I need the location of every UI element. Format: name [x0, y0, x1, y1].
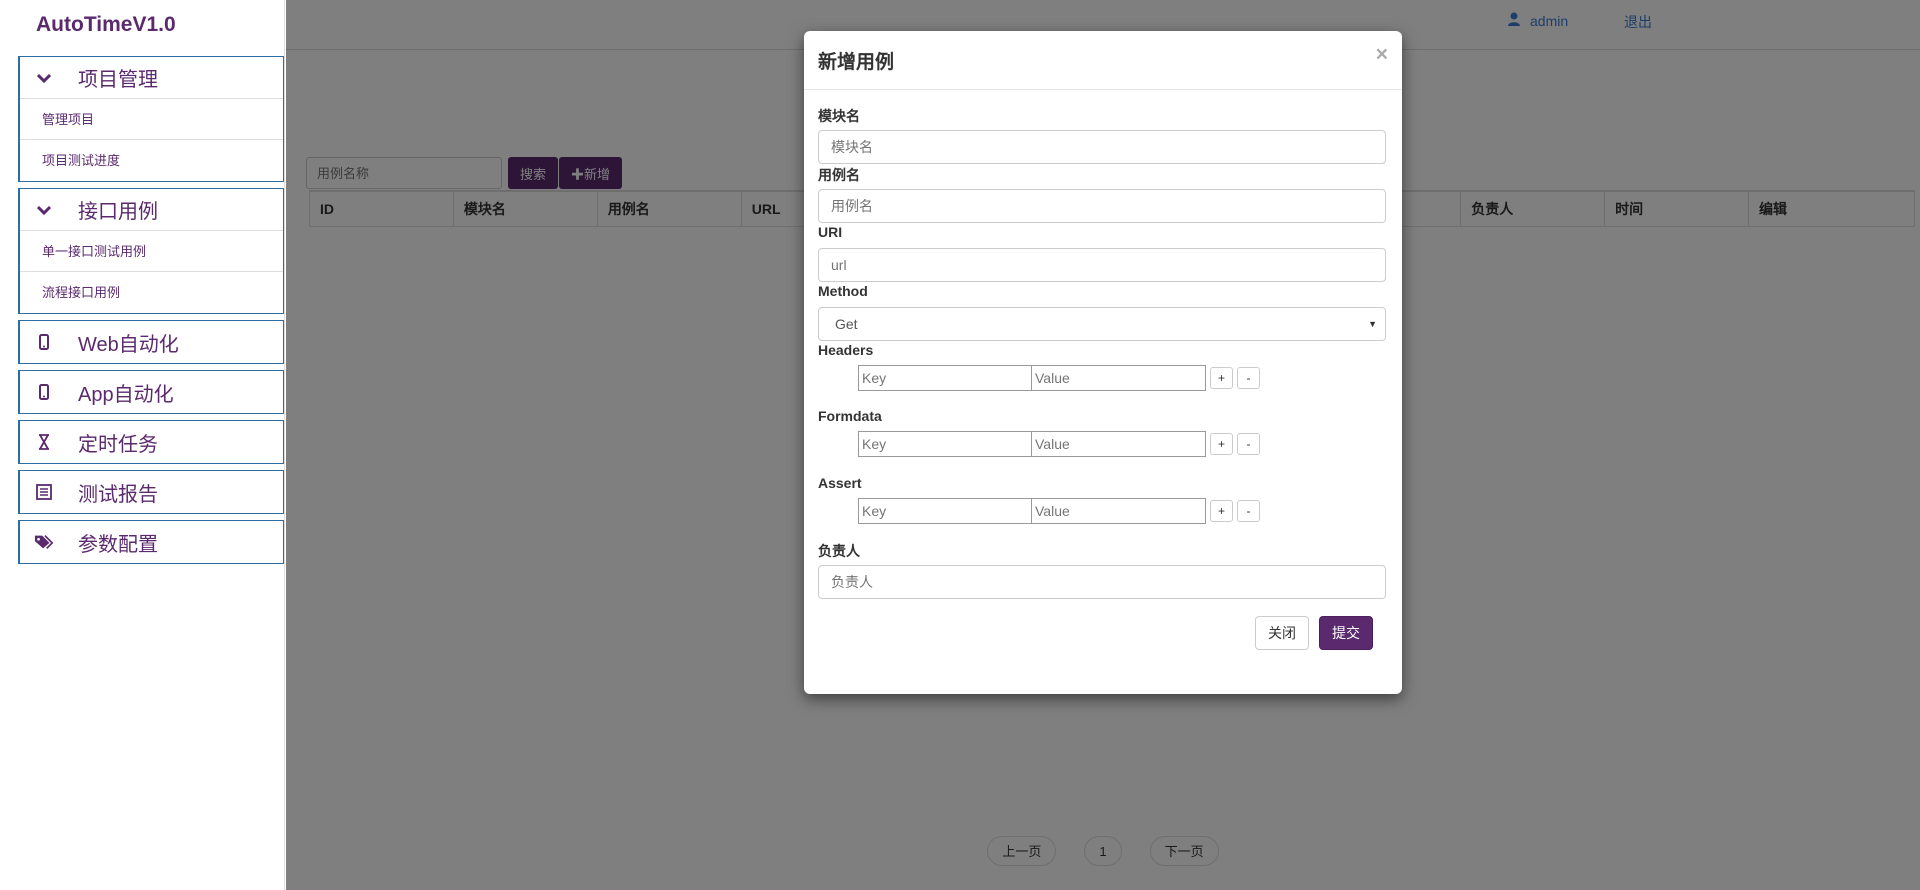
sidebar-item-manage-project[interactable]: 管理项目	[20, 99, 283, 140]
remove-formdata-button[interactable]: -	[1237, 433, 1260, 455]
module-label: 模块名	[818, 108, 860, 124]
menu-group-web: Web自动化	[18, 320, 284, 364]
headers-label: Headers	[818, 342, 874, 358]
case-label: 用例名	[818, 167, 860, 183]
close-button[interactable]: 关闭	[1255, 616, 1309, 650]
case-input[interactable]	[818, 189, 1386, 223]
menu-head-label: Web自动化	[78, 333, 179, 356]
menu-head-label: 参数配置	[78, 533, 158, 556]
formdata-value-input[interactable]	[1032, 431, 1206, 457]
menu-head-label: 定时任务	[78, 433, 158, 456]
assert-key-input[interactable]	[858, 498, 1032, 524]
close-icon[interactable]: ×	[1376, 43, 1388, 67]
caret-down-icon: ▼	[1368, 319, 1377, 329]
menu-group-config: 参数配置	[18, 520, 284, 564]
list-alt-icon	[34, 484, 54, 500]
header-key-input[interactable]	[858, 365, 1032, 391]
add-formdata-button[interactable]: +	[1210, 433, 1233, 455]
formdata-key-input[interactable]	[858, 431, 1032, 457]
menu-group-report: 测试报告	[18, 470, 284, 514]
module-input[interactable]	[818, 130, 1386, 164]
menu-head-schedule[interactable]: 定时任务	[20, 421, 283, 463]
menu-group-app: App自动化	[18, 370, 284, 414]
chevron-down-icon	[34, 73, 54, 83]
chevron-down-icon	[34, 205, 54, 215]
menu-head-web[interactable]: Web自动化	[20, 321, 283, 363]
modal-title: 新增用例	[818, 52, 895, 73]
menu-head-label: App自动化	[78, 383, 174, 406]
menu-group-project: 项目管理 管理项目 项目测试进度	[18, 56, 284, 182]
remove-assert-button[interactable]: -	[1237, 500, 1260, 522]
sidebar: AutoTimeV1.0 项目管理 管理项目 项目测试进度 接口用例 单一接口测…	[0, 0, 285, 890]
add-case-modal: 新增用例 × 模块名 用例名 URI Method Get ▼ Headers …	[804, 31, 1402, 694]
assert-row: + -	[858, 498, 1260, 524]
modal-header: 新增用例 ×	[804, 31, 1402, 90]
menu-head-config[interactable]: 参数配置	[20, 521, 283, 563]
add-assert-button[interactable]: +	[1210, 500, 1233, 522]
sidebar-item-project-progress[interactable]: 项目测试进度	[20, 140, 283, 181]
sidebar-item-flow-api-case[interactable]: 流程接口用例	[20, 272, 283, 313]
headers-row: + -	[858, 365, 1260, 391]
uri-label: URI	[818, 224, 843, 240]
menu-group-api-case: 接口用例 单一接口测试用例 流程接口用例	[18, 188, 284, 314]
assert-value-input[interactable]	[1032, 498, 1206, 524]
owner-label: 负责人	[818, 543, 860, 559]
sidebar-item-single-api-case[interactable]: 单一接口测试用例	[20, 231, 283, 272]
header-value-input[interactable]	[1032, 365, 1206, 391]
tags-icon	[34, 534, 54, 550]
formdata-row: + -	[858, 431, 1260, 457]
submit-button[interactable]: 提交	[1319, 616, 1373, 650]
owner-input[interactable]	[818, 565, 1386, 599]
assert-label: Assert	[818, 475, 862, 491]
menu-head-label: 接口用例	[78, 201, 158, 223]
menu-head-label: 项目管理	[78, 69, 158, 91]
menu-head-report[interactable]: 测试报告	[20, 471, 283, 513]
menu-group-schedule: 定时任务	[18, 420, 284, 464]
mobile-icon	[34, 334, 54, 350]
menu-head-label: 测试报告	[78, 483, 158, 506]
uri-input[interactable]	[818, 248, 1386, 282]
formdata-label: Formdata	[818, 408, 882, 424]
remove-header-button[interactable]: -	[1237, 367, 1260, 389]
method-label: Method	[818, 283, 868, 299]
menu-head-project[interactable]: 项目管理	[20, 57, 283, 99]
method-value: Get	[835, 316, 858, 332]
mobile-icon	[34, 384, 54, 400]
method-select[interactable]: Get ▼	[818, 307, 1386, 341]
menu-head-api-case[interactable]: 接口用例	[20, 189, 283, 231]
hourglass-icon	[34, 434, 54, 450]
menu-head-app[interactable]: App自动化	[20, 371, 283, 413]
app-title: AutoTimeV1.0	[36, 13, 176, 36]
add-header-button[interactable]: +	[1210, 367, 1233, 389]
